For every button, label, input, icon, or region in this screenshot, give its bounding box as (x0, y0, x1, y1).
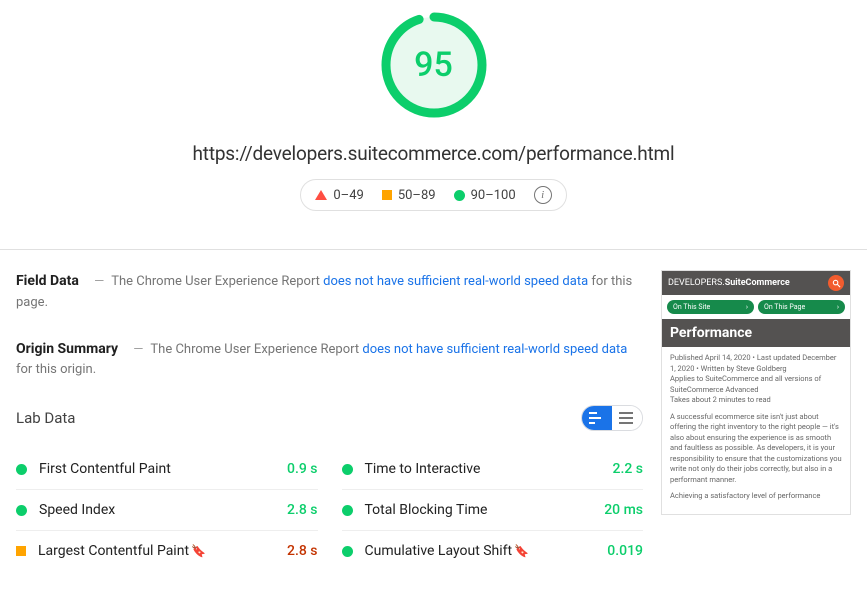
collapsed-view-icon (619, 412, 635, 424)
origin-summary-title: Origin Summary (16, 341, 118, 357)
metric-name: Total Blocking Time (365, 502, 605, 518)
metric-name: Largest Contentful Paint🔖 (38, 543, 287, 559)
metric-row: First Contentful Paint0.9 s (16, 449, 318, 490)
field-data-link[interactable]: does not have sufficient real-world spee… (323, 274, 588, 289)
field-data-section: Field Data — The Chrome User Experience … (16, 270, 643, 314)
square-icon (382, 190, 392, 200)
expanded-view-icon (589, 412, 605, 424)
origin-summary-link[interactable]: does not have sufficient real-world spee… (362, 342, 627, 357)
metric-row: Largest Contentful Paint🔖2.8 s (16, 531, 318, 571)
info-icon[interactable]: i (534, 186, 552, 204)
field-data-title: Field Data (16, 273, 79, 289)
origin-summary-section: Origin Summary — The Chrome User Experie… (16, 338, 643, 382)
metric-name: Cumulative Layout Shift🔖 (365, 543, 608, 559)
metric-value: 2.2 s (613, 461, 644, 477)
score-legend: 0–49 50–89 90–100 i (300, 179, 566, 211)
preview-para-2: Achieving a satisfactory level of perfor… (670, 491, 842, 502)
legend-poor: 0–49 (315, 188, 363, 203)
preview-pill-site: On This Site› (667, 300, 754, 314)
score-value: 95 (379, 10, 489, 120)
status-icon (342, 464, 353, 475)
preview-pill-page: On This Page› (758, 300, 845, 314)
preview-para-1: A successful ecommerce site isn't just a… (670, 412, 842, 486)
preview-meta: Published April 14, 2020 • Last updated … (670, 353, 842, 406)
page-screenshot-preview: DEVELOPERS.SuiteCommerce On This Site› O… (661, 270, 851, 515)
tested-url: https://developers.suitecommerce.com/per… (0, 142, 867, 165)
status-icon (342, 546, 353, 557)
status-icon (16, 505, 27, 516)
view-collapsed-button[interactable] (612, 406, 642, 430)
preview-search-icon (828, 275, 844, 291)
metric-name: Speed Index (39, 502, 287, 518)
metric-value: 20 ms (604, 502, 643, 518)
metric-name: First Contentful Paint (39, 461, 287, 477)
metric-row: Cumulative Layout Shift🔖0.019 (342, 531, 644, 571)
lab-data-title: Lab Data (16, 409, 75, 427)
view-toggle (581, 405, 643, 431)
view-expanded-button[interactable] (582, 406, 612, 430)
preview-page-title: Performance (662, 319, 850, 347)
preview-logo: DEVELOPERS.SuiteCommerce (668, 278, 790, 288)
metric-value: 2.8 s (287, 543, 318, 559)
status-icon (342, 505, 353, 516)
legend-avg: 50–89 (382, 188, 436, 203)
metric-value: 2.8 s (287, 502, 318, 518)
status-icon (16, 546, 26, 556)
metric-value: 0.9 s (287, 461, 318, 477)
bookmark-icon: 🔖 (191, 544, 206, 558)
circle-icon (454, 190, 465, 201)
metric-row: Total Blocking Time20 ms (342, 490, 644, 531)
metric-value: 0.019 (607, 543, 643, 559)
metric-name: Time to Interactive (365, 461, 613, 477)
bookmark-icon: 🔖 (514, 544, 529, 558)
legend-good: 90–100 (454, 188, 516, 203)
triangle-icon (315, 190, 327, 200)
metric-row: Time to Interactive2.2 s (342, 449, 644, 490)
status-icon (16, 464, 27, 475)
score-gauge: 95 (379, 10, 489, 120)
metric-row: Speed Index2.8 s (16, 490, 318, 531)
